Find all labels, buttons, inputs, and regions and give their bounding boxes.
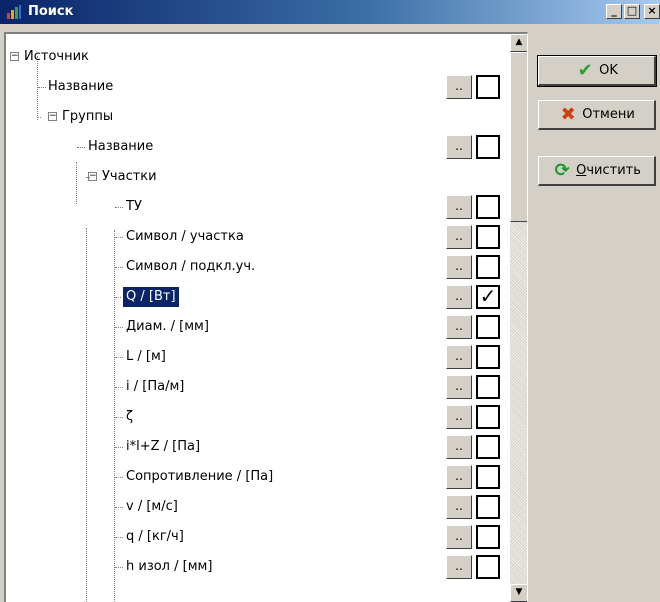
include-checkbox[interactable] xyxy=(476,135,500,159)
browse-button[interactable]: .. xyxy=(446,375,472,399)
tree-node-label[interactable]: Символ / подкл.уч. xyxy=(126,257,255,277)
tree-node-label[interactable]: i*l+Z / [Па] xyxy=(126,437,200,457)
tree-connector xyxy=(115,207,123,208)
browse-button[interactable]: .. xyxy=(446,435,472,459)
tree-node-label[interactable]: i / [Па/м] xyxy=(126,377,184,397)
tree-connector xyxy=(115,507,123,508)
tree-connector xyxy=(115,297,123,298)
browse-button[interactable]: .. xyxy=(446,195,472,219)
vertical-scrollbar[interactable]: ▲ ▼ xyxy=(510,34,527,602)
tree-node-label[interactable]: ζ xyxy=(126,407,133,427)
tree-node-label[interactable]: q / [кг/ч] xyxy=(126,527,184,547)
include-checkbox[interactable] xyxy=(476,255,500,279)
app-icon xyxy=(7,5,21,19)
tree-node-label[interactable]: Группы xyxy=(62,107,113,127)
clear-label: чистить xyxy=(586,163,641,178)
tree-connector xyxy=(115,237,123,238)
tree-node-label[interactable]: ТУ xyxy=(126,197,142,217)
tree-connector xyxy=(86,177,90,178)
maximize-button[interactable]: □ xyxy=(624,4,640,19)
tree-connector xyxy=(114,230,115,602)
tree-node-label[interactable]: Участки xyxy=(102,167,157,187)
include-checkbox[interactable] xyxy=(476,405,500,429)
tree-node-label[interactable]: Название xyxy=(48,77,113,97)
include-checkbox[interactable] xyxy=(476,345,500,369)
include-checkbox[interactable] xyxy=(476,435,500,459)
browse-button[interactable]: .. xyxy=(446,75,472,99)
tree-node-label[interactable]: h изол / [мм] xyxy=(126,557,212,577)
tree-connector xyxy=(37,117,41,118)
tree-connector xyxy=(115,327,123,328)
tree-connector xyxy=(115,447,123,448)
tree-view[interactable]: − Источник Название.. − Группы Название.. − Уча… xyxy=(4,32,528,602)
include-checkbox[interactable] xyxy=(476,525,500,549)
tree-connector xyxy=(115,357,123,358)
tree-connector xyxy=(115,537,123,538)
tree-node-label[interactable]: Диам. / [мм] xyxy=(126,317,209,337)
tree-connector xyxy=(76,162,77,204)
tree-connector xyxy=(77,147,85,148)
minimize-button[interactable]: _ xyxy=(606,4,622,19)
tree-connector xyxy=(115,417,123,418)
tree-connector xyxy=(86,228,87,602)
browse-button[interactable]: .. xyxy=(446,255,472,279)
tree-node-label[interactable]: Q / [Вт] xyxy=(122,286,180,308)
scroll-down-button[interactable]: ▼ xyxy=(510,584,527,602)
browse-button[interactable]: .. xyxy=(446,495,472,519)
collapse-toggle-icon[interactable]: − xyxy=(10,52,19,61)
close-button[interactable]: × xyxy=(644,4,660,19)
include-checkbox[interactable] xyxy=(476,375,500,399)
browse-button[interactable]: .. xyxy=(446,315,472,339)
cancel-label: Отмени xyxy=(582,107,635,122)
tree-connector xyxy=(115,477,123,478)
include-checkbox[interactable] xyxy=(476,495,500,519)
include-checkbox[interactable] xyxy=(476,225,500,249)
tree-node-label[interactable]: Название xyxy=(88,137,153,157)
tree-node-label[interactable]: Символ / участка xyxy=(126,227,244,247)
cross-icon: ✖ xyxy=(560,104,576,125)
browse-button[interactable]: .. xyxy=(446,405,472,429)
include-checkbox[interactable] xyxy=(476,555,500,579)
refresh-icon: ⟳ xyxy=(554,160,570,181)
window-title: Поиск xyxy=(28,4,74,19)
tree-node-label[interactable]: Источник xyxy=(24,47,89,67)
include-checkbox[interactable] xyxy=(476,75,500,99)
tree-node-label[interactable]: Сопротивление / [Па] xyxy=(126,467,273,487)
browse-button[interactable]: .. xyxy=(446,135,472,159)
include-checkbox[interactable]: ✓ xyxy=(476,285,500,309)
tree-node-label[interactable]: v / [м/с] xyxy=(126,497,178,517)
tree-connector xyxy=(115,267,123,268)
title-bar: Поиск _ □ × xyxy=(0,0,660,24)
include-checkbox[interactable] xyxy=(476,195,500,219)
browse-button[interactable]: .. xyxy=(446,555,472,579)
collapse-toggle-icon[interactable]: − xyxy=(48,112,57,121)
include-checkbox[interactable] xyxy=(476,315,500,339)
tree-connector xyxy=(38,87,46,88)
cancel-button[interactable]: ✖ Отмени xyxy=(538,100,656,130)
scroll-up-button[interactable]: ▲ xyxy=(510,34,527,52)
browse-button[interactable]: .. xyxy=(446,525,472,549)
include-checkbox[interactable] xyxy=(476,465,500,489)
tree-connector xyxy=(115,387,123,388)
clear-label-mnemonic: О xyxy=(576,163,587,178)
tree-connector xyxy=(115,567,123,568)
scroll-thumb[interactable] xyxy=(510,52,527,222)
browse-button[interactable]: .. xyxy=(446,285,472,309)
browse-button[interactable]: .. xyxy=(446,465,472,489)
browse-button[interactable]: .. xyxy=(446,345,472,369)
checkmark-icon: ✔ xyxy=(577,60,593,81)
ok-button[interactable]: ✔ OK xyxy=(537,55,657,87)
tree-node-label[interactable]: L / [м] xyxy=(126,347,166,367)
clear-button[interactable]: ⟳ Очистить xyxy=(538,156,656,186)
ok-label: OK xyxy=(599,63,618,78)
browse-button[interactable]: .. xyxy=(446,225,472,249)
